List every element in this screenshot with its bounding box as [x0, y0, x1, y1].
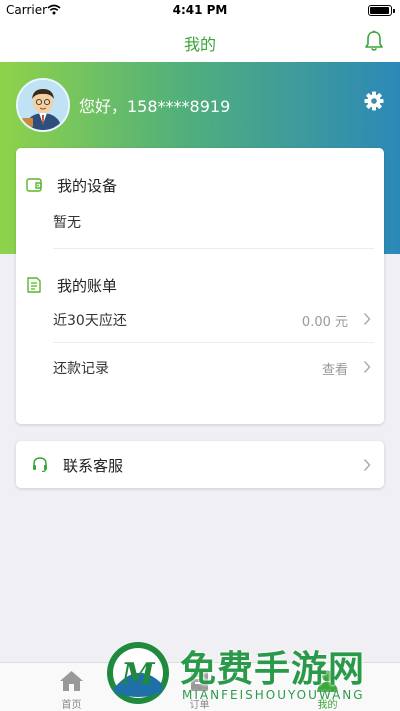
headset-icon: [33, 457, 47, 472]
page-title: 我的: [183, 35, 216, 54]
customer-service-label: 联系客服: [63, 457, 124, 475]
watermark-subtitle: MIANFEISHOUYOUWANG: [182, 688, 365, 702]
row-value: 查看: [321, 363, 348, 378]
document-icon: [27, 277, 41, 293]
wallet-icon: [26, 178, 42, 192]
watermark: M 免费手游网 MIANFEISHOUYOUWANG: [104, 636, 400, 711]
list-item-repayment-records[interactable]: 还款记录 查看: [16, 344, 384, 388]
status-bar: Carrier 4:41 PM: [0, 0, 400, 20]
account-card: 我的设备 暂无 我的账单 近30天应还 0.00 元 还款记录 查看: [16, 148, 384, 424]
avatar[interactable]: [16, 78, 70, 132]
chevron-right-icon: [363, 361, 371, 373]
watermark-logo-letter: M: [120, 657, 155, 692]
gear-icon[interactable]: [364, 91, 384, 111]
divider: [53, 248, 374, 249]
home-icon: [60, 671, 83, 691]
devices-title: 我的设备: [57, 177, 118, 195]
bills-title: 我的账单: [57, 277, 118, 295]
row-label: 还款记录: [53, 361, 109, 377]
watermark-title: 免费手游网: [180, 648, 366, 690]
watermark-logo: M: [107, 642, 169, 704]
chevron-right-icon: [363, 459, 371, 471]
customer-service-button[interactable]: 联系客服: [16, 441, 384, 488]
chevron-right-icon: [363, 313, 371, 325]
row-value: 0.00 元: [301, 315, 348, 330]
greeting-text: 您好，158****8919: [79, 97, 231, 116]
bell-icon[interactable]: [364, 30, 384, 52]
row-label: 近30天应还: [53, 313, 127, 329]
battery-icon: [368, 5, 395, 16]
clock: 4:41 PM: [172, 3, 228, 17]
list-item-due-30-days[interactable]: 近30天应还 0.00 元: [16, 296, 384, 340]
divider: [53, 342, 374, 343]
devices-empty-text: 暂无: [53, 215, 81, 231]
nav-bar: 我的: [0, 20, 400, 62]
